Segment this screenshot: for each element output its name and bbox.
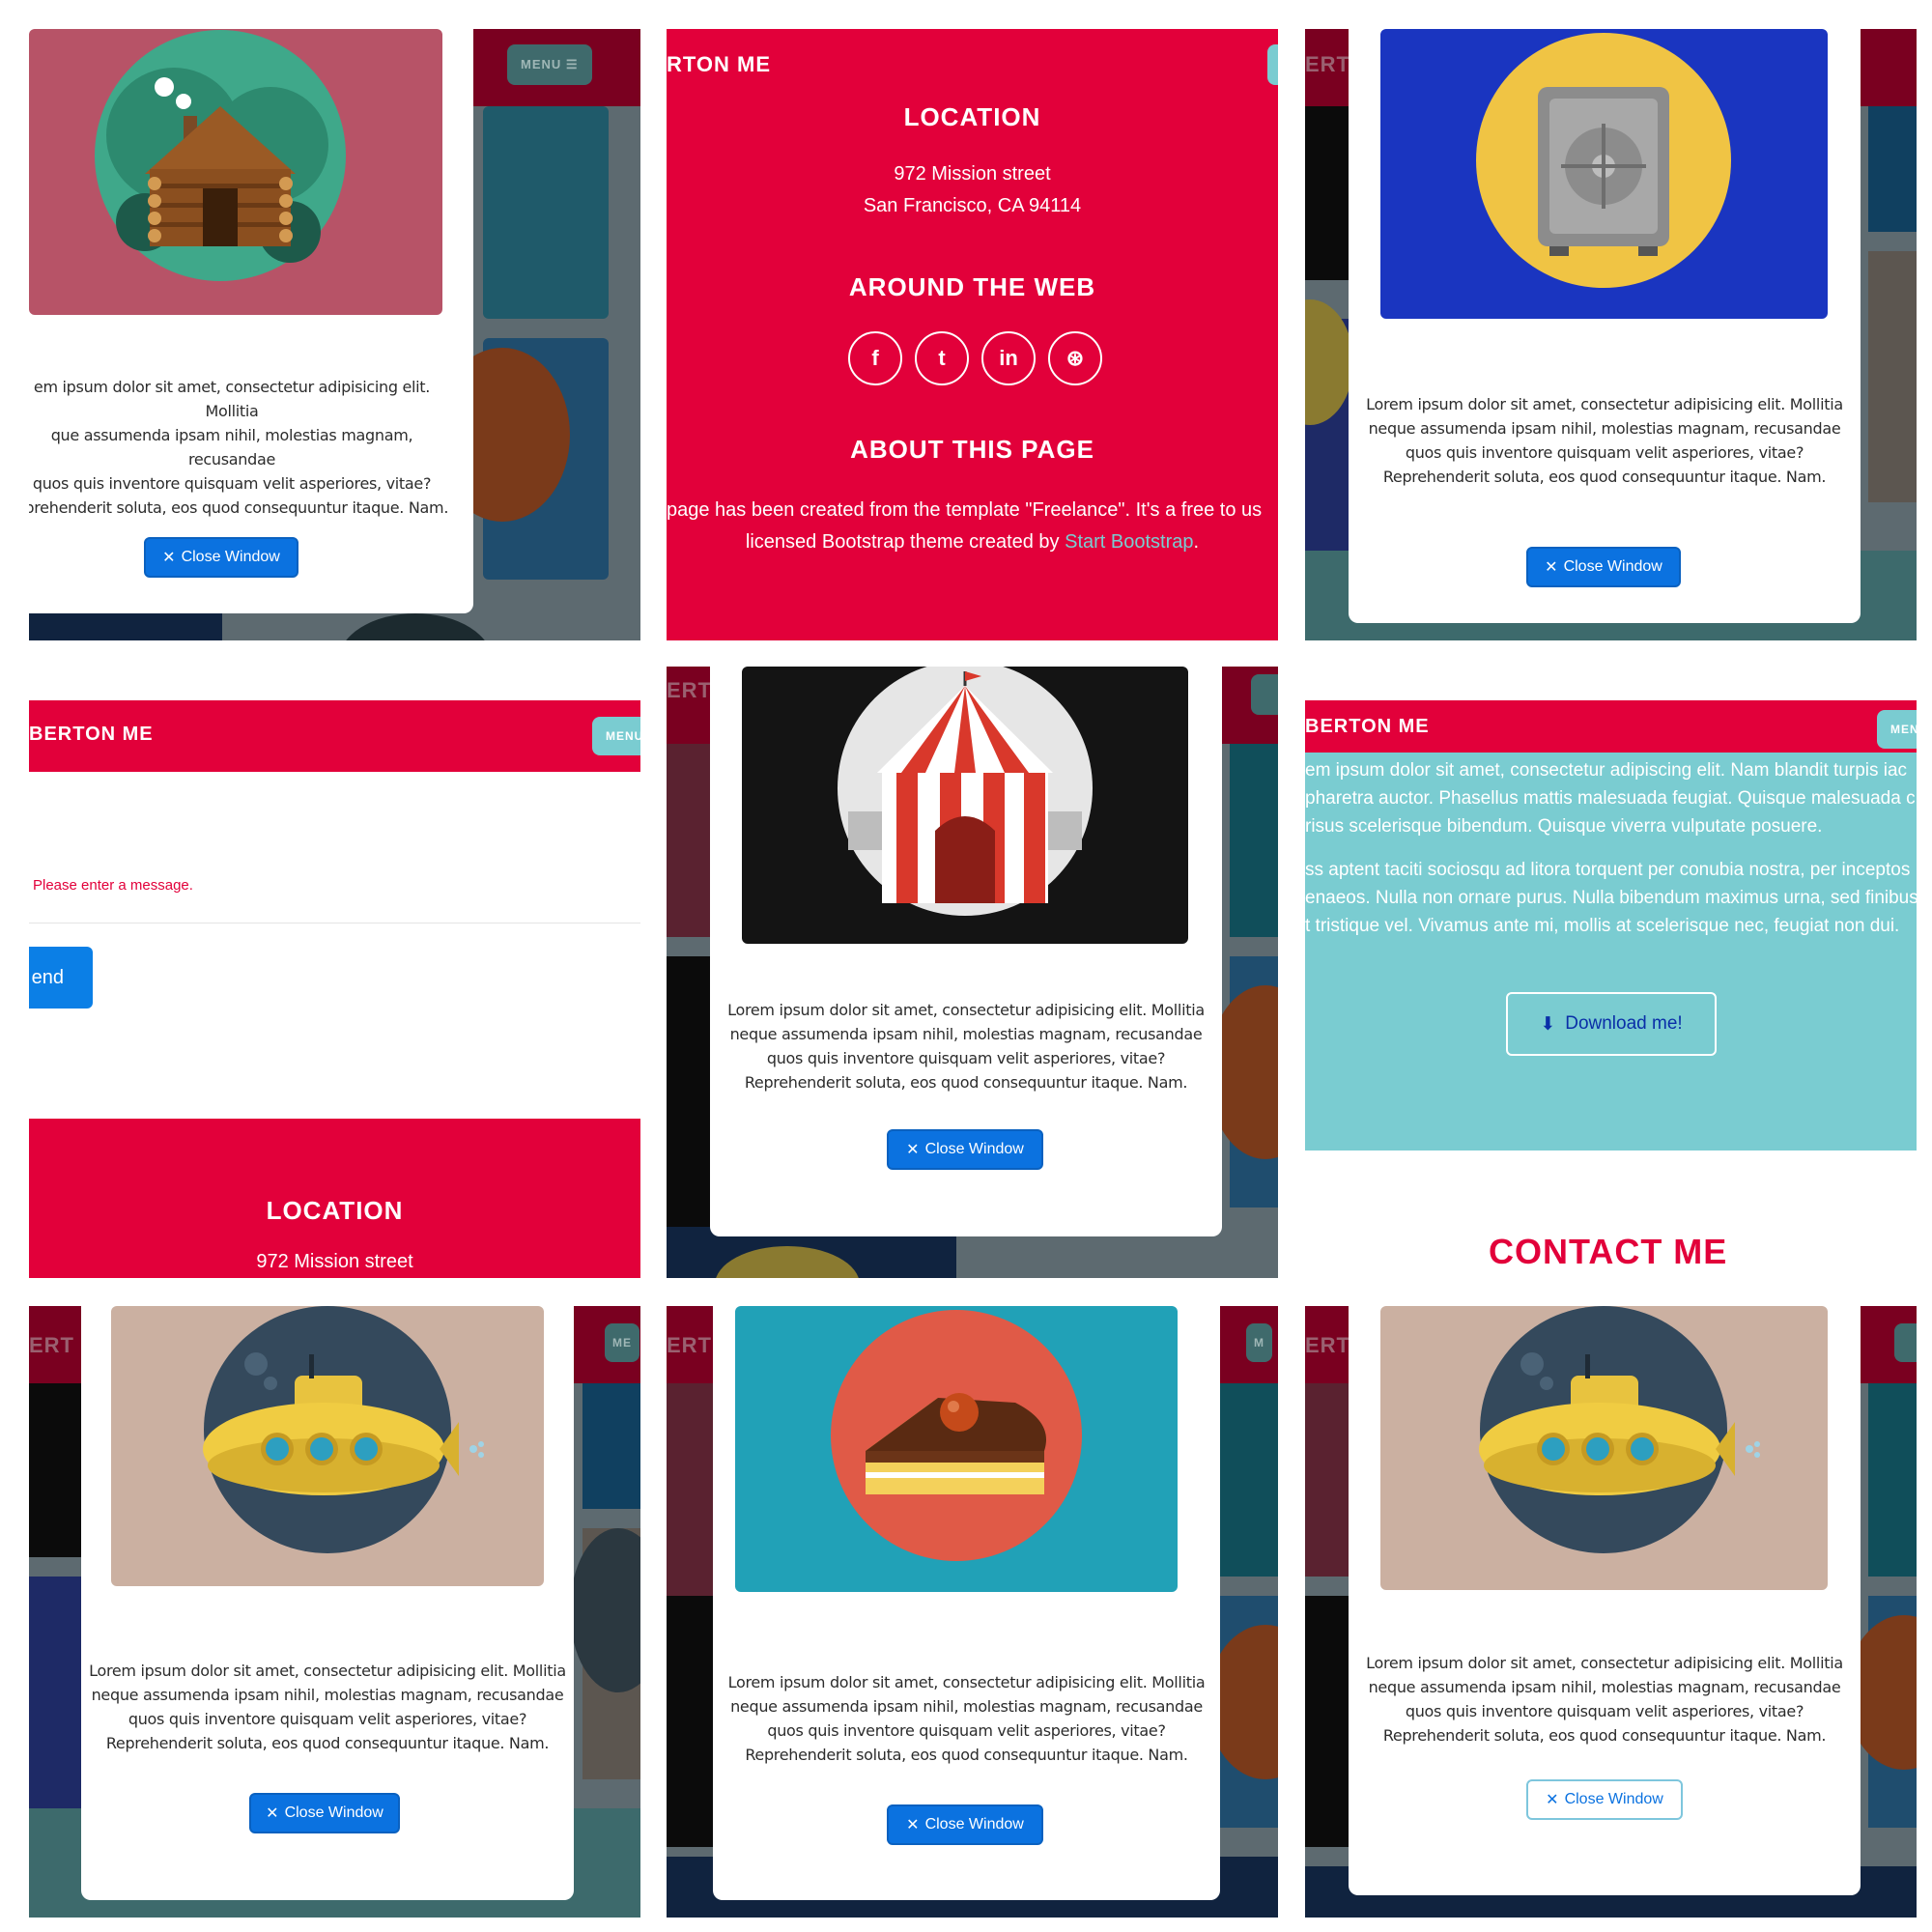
close-window-button[interactable]: ✕ Close Window — [887, 1804, 1043, 1845]
close-window-button[interactable]: ✕ Close Window — [1526, 547, 1681, 587]
screenshot-tile-safe-modal: ERT Lorem ipsum dolor sit amet, consecte… — [1305, 29, 1917, 640]
message-error-text: Please enter a message. — [33, 877, 193, 894]
submarine-illustration — [203, 1306, 484, 1553]
portfolio-modal: Lorem ipsum dolor sit amet, consectetur … — [1349, 1306, 1861, 1895]
portfolio-modal: em ipsum dolor sit amet, consectetur adi… — [29, 29, 473, 613]
screenshot-tile-submarine-modal-focused: ERT Lorem ipsum dolor sit amet, consecte… — [1305, 1306, 1917, 1918]
about-paragraph-line: ss aptent taciti sociosqu ad litora torq… — [1305, 860, 1911, 880]
send-button[interactable]: end — [29, 947, 93, 1009]
x-icon: ✕ — [1545, 559, 1558, 576]
modal-image-cabin — [29, 29, 442, 315]
linkedin-icon[interactable]: in — [981, 331, 1036, 385]
screenshot-tile-contact-form: BERTON ME MENU Please enter a message. e… — [29, 667, 640, 1278]
navbar-brand[interactable]: ERT — [29, 1333, 74, 1358]
about-paragraph-line: em ipsum dolor sit amet, consectetur adi… — [1305, 760, 1908, 781]
footer-section: LOCATION 972 Mission street — [29, 1119, 640, 1278]
navbar-brand[interactable]: RTON ME — [667, 52, 771, 77]
start-bootstrap-link[interactable]: Start Bootstrap — [1065, 531, 1193, 553]
submarine-illustration — [1479, 1306, 1760, 1553]
circus-tent-illustration — [838, 667, 1093, 916]
x-icon: ✕ — [266, 1805, 279, 1822]
menu-button[interactable]: M — [1246, 1323, 1272, 1362]
modal-description: Lorem ipsum dolor sit amet, consectetur … — [1366, 1654, 1843, 1745]
modal-image-safe — [1380, 29, 1828, 319]
contact-me-heading: CONTACT ME — [1489, 1232, 1728, 1271]
screenshot-tile-submarine-modal: ERT ME Lorem ipsum dolor sit amet, conse… — [29, 1306, 640, 1918]
portfolio-modal: Lorem ipsum dolor sit amet, consectetur … — [81, 1306, 574, 1900]
modal-image-cake — [735, 1306, 1178, 1592]
modal-description: Lorem ipsum dolor sit amet, consectetur … — [727, 1673, 1206, 1764]
address-line-1: 972 Mission street — [256, 1251, 413, 1272]
navbar-brand[interactable]: ERT — [667, 1333, 712, 1358]
x-icon: ✕ — [906, 1142, 920, 1158]
navbar-brand[interactable]: ERT — [1305, 1333, 1350, 1358]
about-paragraph-line: t tristique vel. Vivamus ante mi, mollis… — [1305, 916, 1900, 936]
location-heading: LOCATION — [903, 102, 1041, 131]
around-the-web-heading: AROUND THE WEB — [848, 272, 1096, 301]
modal-description: Lorem ipsum dolor sit amet, consectetur … — [89, 1662, 566, 1752]
modal-description: em ipsum dolor sit amet, consectetur adi… — [29, 378, 449, 517]
download-icon: ⬇ — [1540, 1013, 1556, 1035]
close-window-button[interactable]: ✕ Close Window — [1526, 1779, 1683, 1820]
screenshot-tile-cake-modal: ERT M Lorem ipsum dolor sit amet, consec… — [667, 1306, 1278, 1918]
menu-button[interactable]: MEN — [1877, 710, 1917, 749]
x-icon: ✕ — [906, 1817, 920, 1833]
screenshot-tile-about-section: BERTON ME MEN em ipsum dolor sit amet, c… — [1305, 667, 1917, 1278]
footer-section: RTON ME LOCATION 972 Mission street San … — [667, 29, 1278, 640]
navbar: BERTON ME MENU — [29, 700, 640, 772]
close-window-button[interactable]: ✕ Close Window — [887, 1129, 1043, 1170]
about-text-line-1: page has been created from the template … — [667, 499, 1263, 521]
portfolio-modal: Lorem ipsum dolor sit amet, consectetur … — [1349, 29, 1861, 623]
menu-button[interactable] — [1251, 674, 1278, 715]
portfolio-modal: Lorem ipsum dolor sit amet, consectetur … — [713, 1306, 1220, 1900]
twitter-icon[interactable]: t — [915, 331, 969, 385]
navbar-brand[interactable]: ERT — [1305, 52, 1350, 77]
about-section: BERTON ME MEN em ipsum dolor sit amet, c… — [1305, 700, 1917, 1151]
facebook-icon[interactable]: f — [848, 331, 902, 385]
navbar-brand[interactable]: ERT — [667, 678, 712, 703]
about-text-line-2: licensed Bootstrap theme created by Star… — [745, 531, 1200, 553]
portfolio-modal: Lorem ipsum dolor sit amet, consectetur … — [710, 667, 1222, 1236]
menu-button[interactable]: MENU — [592, 717, 640, 755]
dribbble-icon[interactable]: ⊛ — [1048, 331, 1102, 385]
screenshot-tile-circus-modal: ERT Lorem ipsum dolor sit amet, consecte… — [667, 667, 1278, 1278]
modal-description: Lorem ipsum dolor sit amet, consectetur … — [1366, 395, 1843, 486]
about-paragraph-line: risus scelerisque bibendum. Quisque vive… — [1305, 816, 1823, 837]
modal-image-submarine — [111, 1306, 544, 1586]
navbar-brand[interactable]: BERTON ME — [1305, 716, 1430, 738]
menu-button[interactable] — [1267, 44, 1278, 85]
about-paragraph-line: pharetra auctor. Phasellus mattis malesu… — [1305, 788, 1916, 809]
about-paragraph-line: enaeos. Nulla non ornare purus. Nulla bi… — [1305, 888, 1917, 908]
menu-button[interactable] — [1894, 1323, 1917, 1362]
cake-illustration — [831, 1310, 1082, 1561]
modal-image-circus — [742, 667, 1188, 944]
x-icon: ✕ — [162, 550, 176, 566]
screenshot-tile-footer: RTON ME LOCATION 972 Mission street San … — [667, 29, 1278, 640]
x-icon: ✕ — [1546, 1792, 1559, 1808]
navbar: BERTON ME MEN — [1305, 700, 1917, 753]
safe-illustration — [1476, 33, 1731, 288]
address-line-2: San Francisco, CA 94114 — [863, 195, 1082, 216]
cabin-illustration — [95, 30, 346, 281]
download-button[interactable]: ⬇ Download me! — [1506, 992, 1717, 1056]
address-line-1: 972 Mission street — [894, 163, 1051, 185]
about-this-page-heading: ABOUT THIS PAGE — [850, 435, 1094, 464]
menu-button[interactable]: ME — [605, 1323, 639, 1362]
menu-button[interactable]: MENU ☰ — [507, 44, 592, 85]
modal-image-submarine — [1380, 1306, 1828, 1590]
navbar-brand[interactable]: BERTON ME — [29, 724, 154, 746]
close-window-button[interactable]: ✕ Close Window — [249, 1793, 400, 1833]
modal-description: Lorem ipsum dolor sit amet, consectetur … — [727, 1001, 1205, 1092]
screenshot-tile-cabin-modal: MENU ☰ em ipsum dolor sit amet, consecte… — [29, 29, 640, 640]
close-window-button[interactable]: ✕ Close Window — [144, 537, 298, 578]
location-heading: LOCATION — [266, 1196, 404, 1225]
